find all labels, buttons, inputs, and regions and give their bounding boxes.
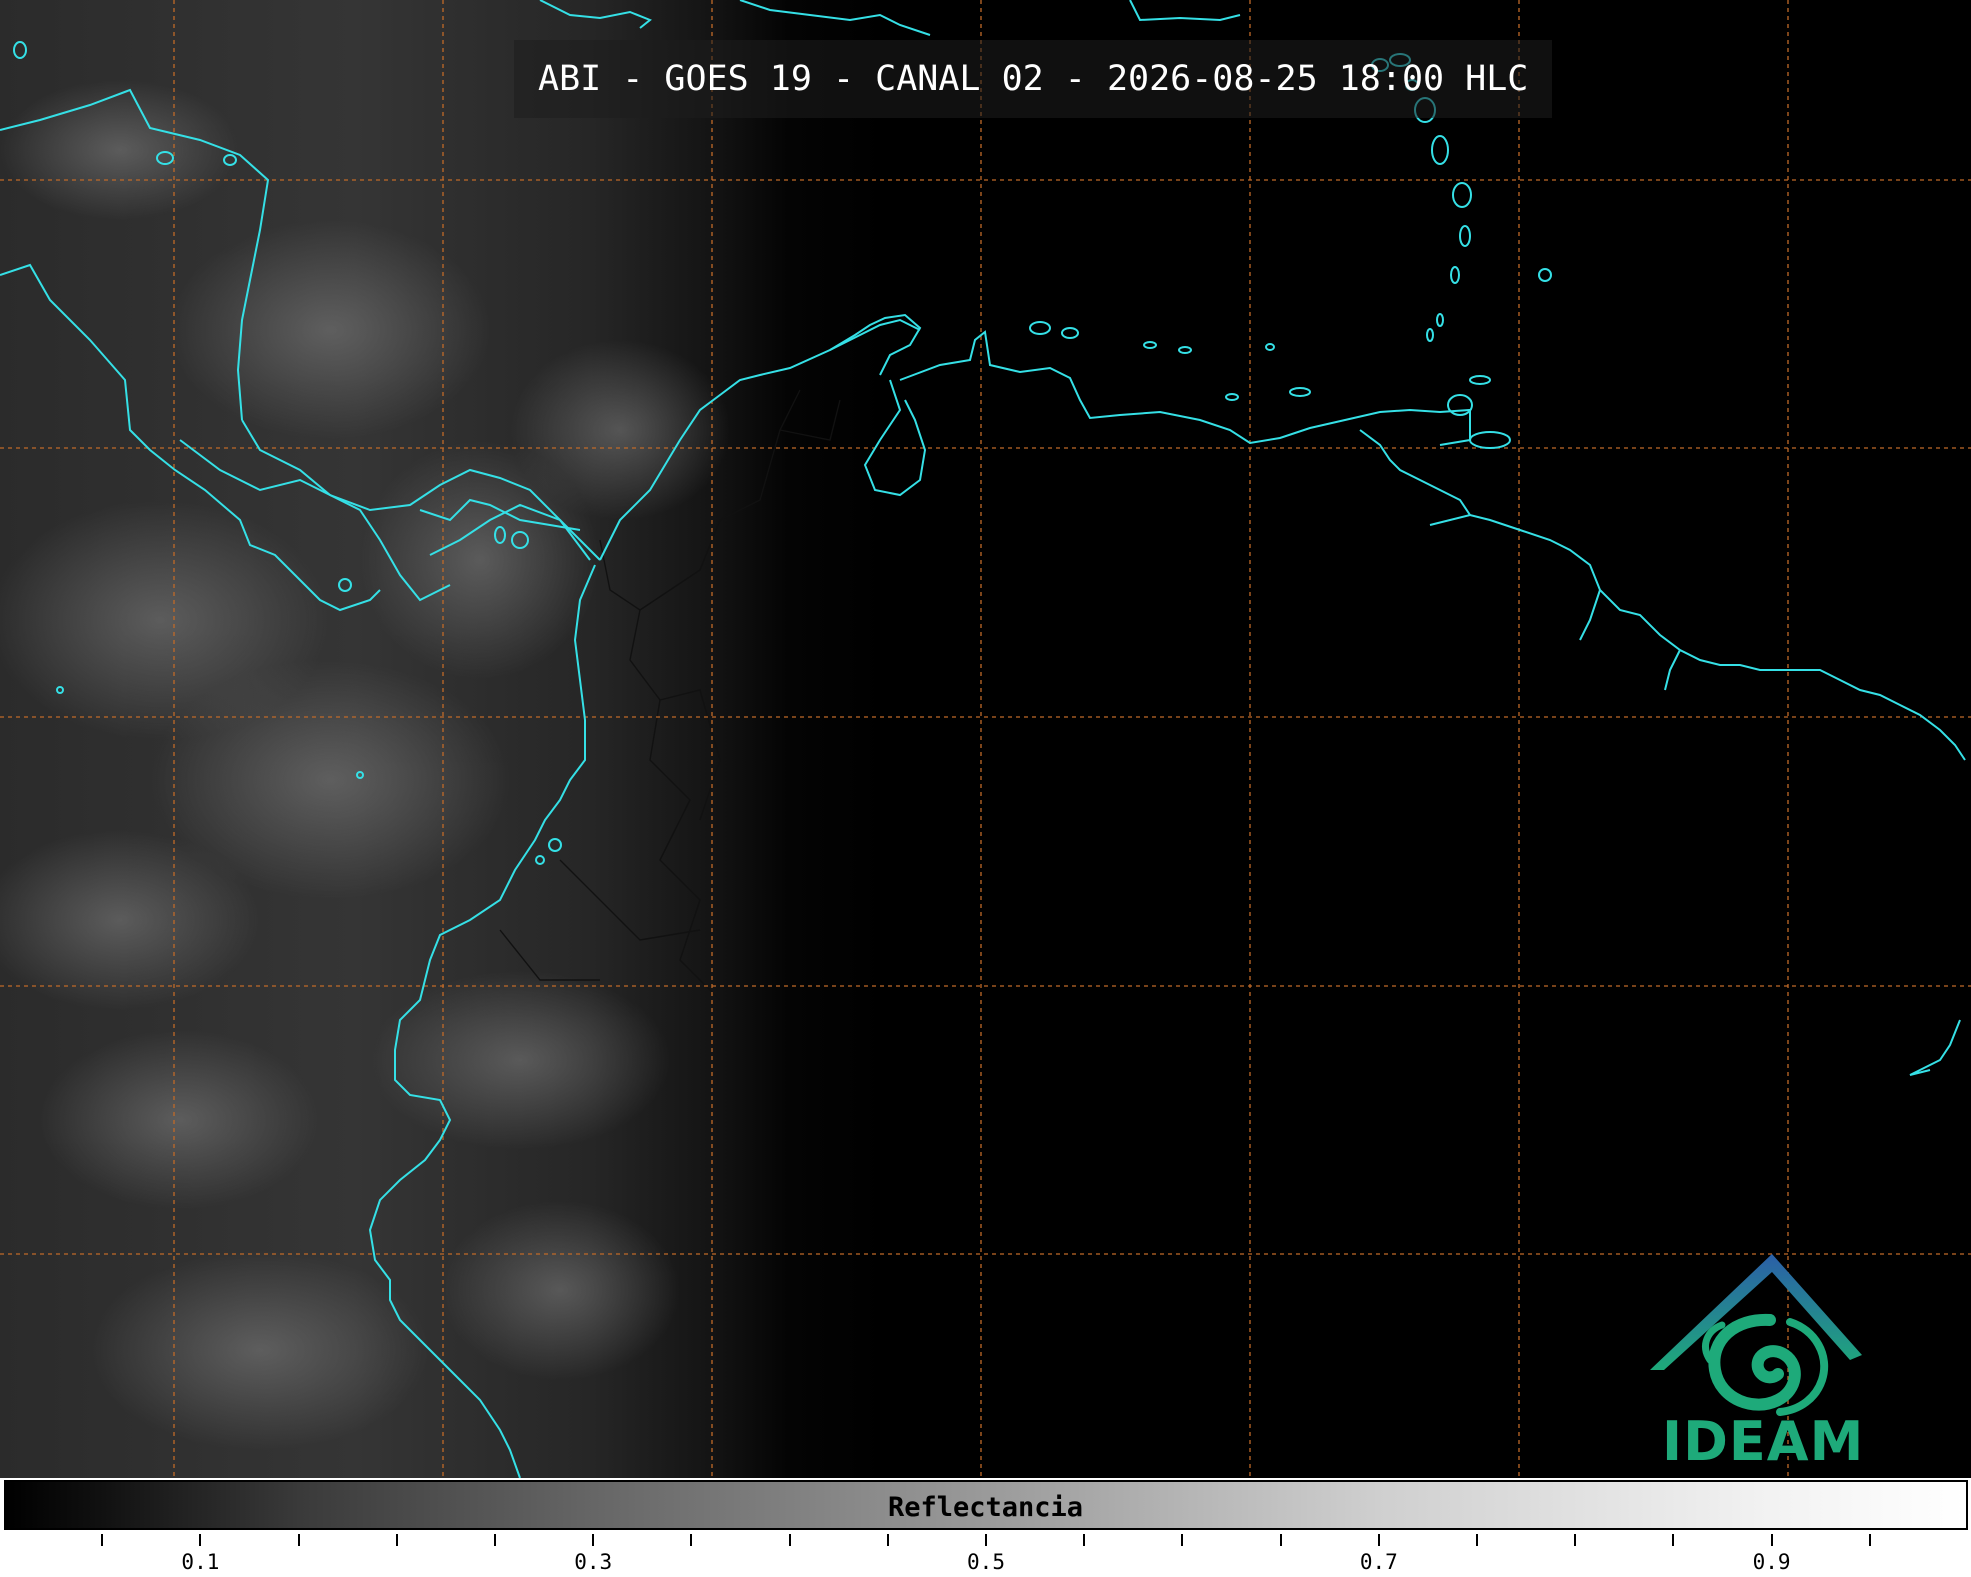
colorbar-tick [199, 1534, 202, 1546]
colorbar-tick [985, 1534, 987, 1546]
colorbar-tick [297, 1534, 300, 1546]
colorbar-tick [886, 1534, 889, 1546]
colorbar-tick [494, 1534, 496, 1546]
colorbar-tick-label: 0.1 [181, 1550, 220, 1574]
colorbar-tick [690, 1534, 693, 1546]
colorbar-tick [1770, 1534, 1773, 1546]
colorbar-tick [1672, 1534, 1675, 1546]
colorbar: Reflectancia 0.1 0.3 0.5 0.7 0.9 [0, 1478, 1971, 1577]
colorbar-tick [1868, 1534, 1871, 1546]
colorbar-tick [1083, 1534, 1086, 1546]
colorbar-tick [592, 1534, 595, 1546]
ideam-logo-text: IDEAM [1662, 1410, 1865, 1473]
colorbar-tick-label: 0.5 [967, 1550, 1005, 1574]
colorbar-tick [1181, 1534, 1184, 1546]
colorbar-tick [1279, 1534, 1282, 1546]
colorbar-tick [101, 1534, 104, 1546]
colorbar-label: Reflectancia [887, 1492, 1084, 1523]
image-title: ABI - GOES 19 - CANAL 02 - 2026-08-25 18… [538, 59, 1529, 99]
colorbar-tick-label: 0.7 [1359, 1550, 1398, 1574]
colorbar-tick [788, 1534, 791, 1546]
title-panel: ABI - GOES 19 - CANAL 02 - 2026-08-25 18… [514, 40, 1553, 118]
colorbar-tick [1476, 1534, 1478, 1546]
colorbar-tick-label: 0.9 [1752, 1550, 1791, 1574]
colorbar-tick [1377, 1534, 1380, 1546]
colorbar-tick [395, 1534, 398, 1546]
colorbar-tick-label: 0.3 [574, 1550, 613, 1574]
colorbar-tick [1574, 1534, 1577, 1546]
